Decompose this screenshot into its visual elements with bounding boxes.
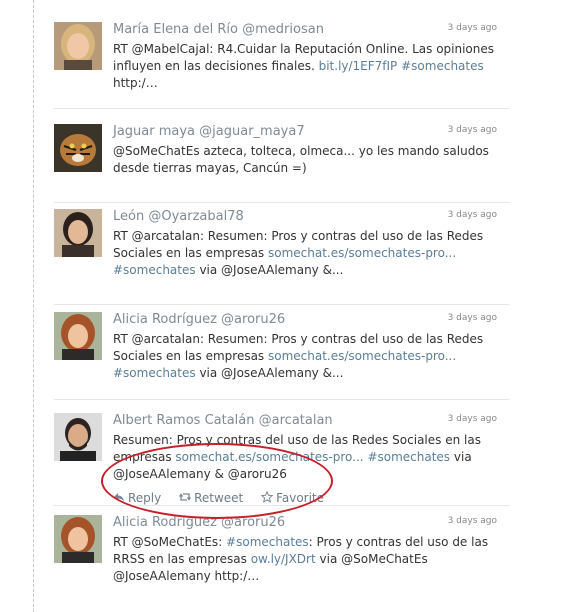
tweet-text-segment: &... <box>318 263 344 277</box>
tweet-link[interactable]: bit.ly/1EF7fIP <box>319 59 398 73</box>
mention-link[interactable]: @aroru26 <box>228 467 287 481</box>
tweet-timestamp[interactable]: 3 days ago <box>448 209 497 221</box>
author-name[interactable]: León <box>113 209 144 224</box>
tweet-author[interactable]: Jaguar maya @jaguar_maya7 <box>113 124 497 140</box>
tweet-item: Jaguar maya @jaguar_maya7 3 days ago @So… <box>54 124 509 203</box>
author-handle[interactable]: @aroru26 <box>221 312 285 327</box>
star-icon <box>261 490 274 503</box>
mention-link[interactable]: @JoseAAlemany <box>221 366 319 380</box>
timeline-divider <box>33 0 34 612</box>
tweet-text-segment: &... <box>318 366 344 380</box>
mention-link[interactable]: @JoseAAlemany <box>113 467 211 481</box>
tweet-feed: María Elena del Río @medriosan 3 days ag… <box>0 0 564 612</box>
author-name[interactable]: Albert Ramos Catalán <box>113 413 255 428</box>
hashtag-link[interactable]: #somechates <box>367 450 450 464</box>
tweet-link[interactable]: somechat.es/somechates-pro... <box>175 450 363 464</box>
hashtag-link[interactable]: #somechates <box>226 535 309 549</box>
woman-red-hair-avatar[interactable] <box>54 312 102 360</box>
author-name[interactable]: Alicia Rodríguez <box>113 312 217 327</box>
tweet-timestamp[interactable]: 3 days ago <box>448 413 497 425</box>
author-handle[interactable]: @jaguar_maya7 <box>199 124 304 139</box>
tweet-actions: Reply Retweet Favorite <box>113 489 497 505</box>
hashtag-link[interactable]: #somechates <box>401 59 484 73</box>
author-name[interactable]: Jaguar maya <box>113 124 195 139</box>
tweet-link[interactable]: somechat.es/somechates-pro... <box>268 349 456 363</box>
tweet-text-segment: via <box>315 552 342 566</box>
tweet-text-segment: via <box>195 263 222 277</box>
author-handle[interactable]: @Oyarzabal78 <box>148 209 243 224</box>
tweet-item: Alicia Rodríguez @aroru26 3 days ago RT … <box>54 312 509 400</box>
tweet-text-segment: via <box>450 450 472 464</box>
tweet-item: Alicia Rodríguez @aroru26 3 days ago RT … <box>54 515 509 601</box>
tweet-link[interactable]: ow.ly/JXDrt <box>251 552 316 566</box>
author-handle[interactable]: @arcatalan <box>259 413 333 428</box>
tweet-text-segment: http:/… <box>210 569 260 583</box>
tweet-text: RT @SoMeChatEs: #somechates: Pros y cont… <box>113 534 497 585</box>
tweet-item: León @Oyarzabal78 3 days ago RT @arcatal… <box>54 209 509 305</box>
tweet-text-segment: RT <box>113 229 132 243</box>
mention-link[interactable]: @MabelCajal <box>132 42 210 56</box>
tweet-text-segment: RT <box>113 42 132 56</box>
favorite-label: Favorite <box>276 490 325 505</box>
tweet-author[interactable]: Alicia Rodríguez @aroru26 <box>113 312 497 328</box>
author-name[interactable]: Alicia Rodríguez <box>113 515 217 530</box>
mention-link[interactable]: @arcatalan <box>132 229 200 243</box>
tweet-timestamp[interactable]: 3 days ago <box>448 124 497 136</box>
mention-link[interactable]: @arcatalan <box>132 332 200 346</box>
reply-button[interactable]: Reply <box>113 490 161 506</box>
mention-link[interactable]: @JoseAAlemany <box>113 569 211 583</box>
woman-dark-hair-avatar[interactable] <box>54 209 102 257</box>
tweet-text-segment: : <box>218 535 227 549</box>
tweet-timestamp[interactable]: 3 days ago <box>448 312 497 324</box>
tweet-author[interactable]: Albert Ramos Catalán @arcatalan <box>113 413 497 429</box>
tweet-timestamp[interactable]: 3 days ago <box>448 22 497 34</box>
woman-blonde-avatar[interactable] <box>54 22 102 70</box>
tweet-text: Resumen: Pros y contras del uso de las R… <box>113 432 497 483</box>
tiger-avatar[interactable] <box>54 124 102 172</box>
tweet-text: RT @arcatalan: Resumen: Pros y contras d… <box>113 331 497 382</box>
tweet-text: @SoMeChatEs azteca, tolteca, olmeca... y… <box>113 143 497 177</box>
tweet-text-segment: via <box>195 366 222 380</box>
retweet-label: Retweet <box>194 490 244 505</box>
author-handle[interactable]: @aroru26 <box>221 515 285 530</box>
mention-link[interactable]: @SoMeChatEs <box>113 144 200 158</box>
tweet-text: RT @MabelCajal: R4.Cuidar la Reputación … <box>113 41 497 92</box>
mention-link[interactable]: @JoseAAlemany <box>221 263 319 277</box>
tweet-item: Albert Ramos Catalán @arcatalan 3 days a… <box>54 413 509 506</box>
tweet-author[interactable]: María Elena del Río @medriosan <box>113 22 497 38</box>
hashtag-link[interactable]: #somechates <box>113 366 196 380</box>
mention-link[interactable]: @SoMeChatEs <box>341 552 428 566</box>
retweet-button[interactable]: Retweet <box>179 490 243 506</box>
author-name[interactable]: María Elena del Río <box>113 22 238 37</box>
tweet-author[interactable]: León @Oyarzabal78 <box>113 209 497 225</box>
tweet-timestamp[interactable]: 3 days ago <box>448 515 497 527</box>
tweet-link[interactable]: somechat.es/somechates-pro... <box>268 246 456 260</box>
tweet-text: RT @arcatalan: Resumen: Pros y contras d… <box>113 228 497 279</box>
tweet-text-segment: & <box>210 467 228 481</box>
woman-red-hair-avatar[interactable] <box>54 515 102 563</box>
tweet-text-segment: RT <box>113 535 132 549</box>
tweet-author[interactable]: Alicia Rodríguez @aroru26 <box>113 515 497 531</box>
tweet-item: María Elena del Río @medriosan 3 days ag… <box>54 22 509 109</box>
man-beard-avatar[interactable] <box>54 413 102 461</box>
hashtag-link[interactable]: #somechates <box>113 263 196 277</box>
retweet-icon <box>179 492 192 501</box>
tweet-text-segment: RT <box>113 332 132 346</box>
favorite-button[interactable]: Favorite <box>261 490 324 506</box>
reply-label: Reply <box>128 490 162 505</box>
reply-icon <box>114 492 124 501</box>
tweet-text-segment: http:/… <box>113 76 158 90</box>
author-handle[interactable]: @medriosan <box>242 22 324 37</box>
mention-link[interactable]: @SoMeChatEs <box>132 535 219 549</box>
